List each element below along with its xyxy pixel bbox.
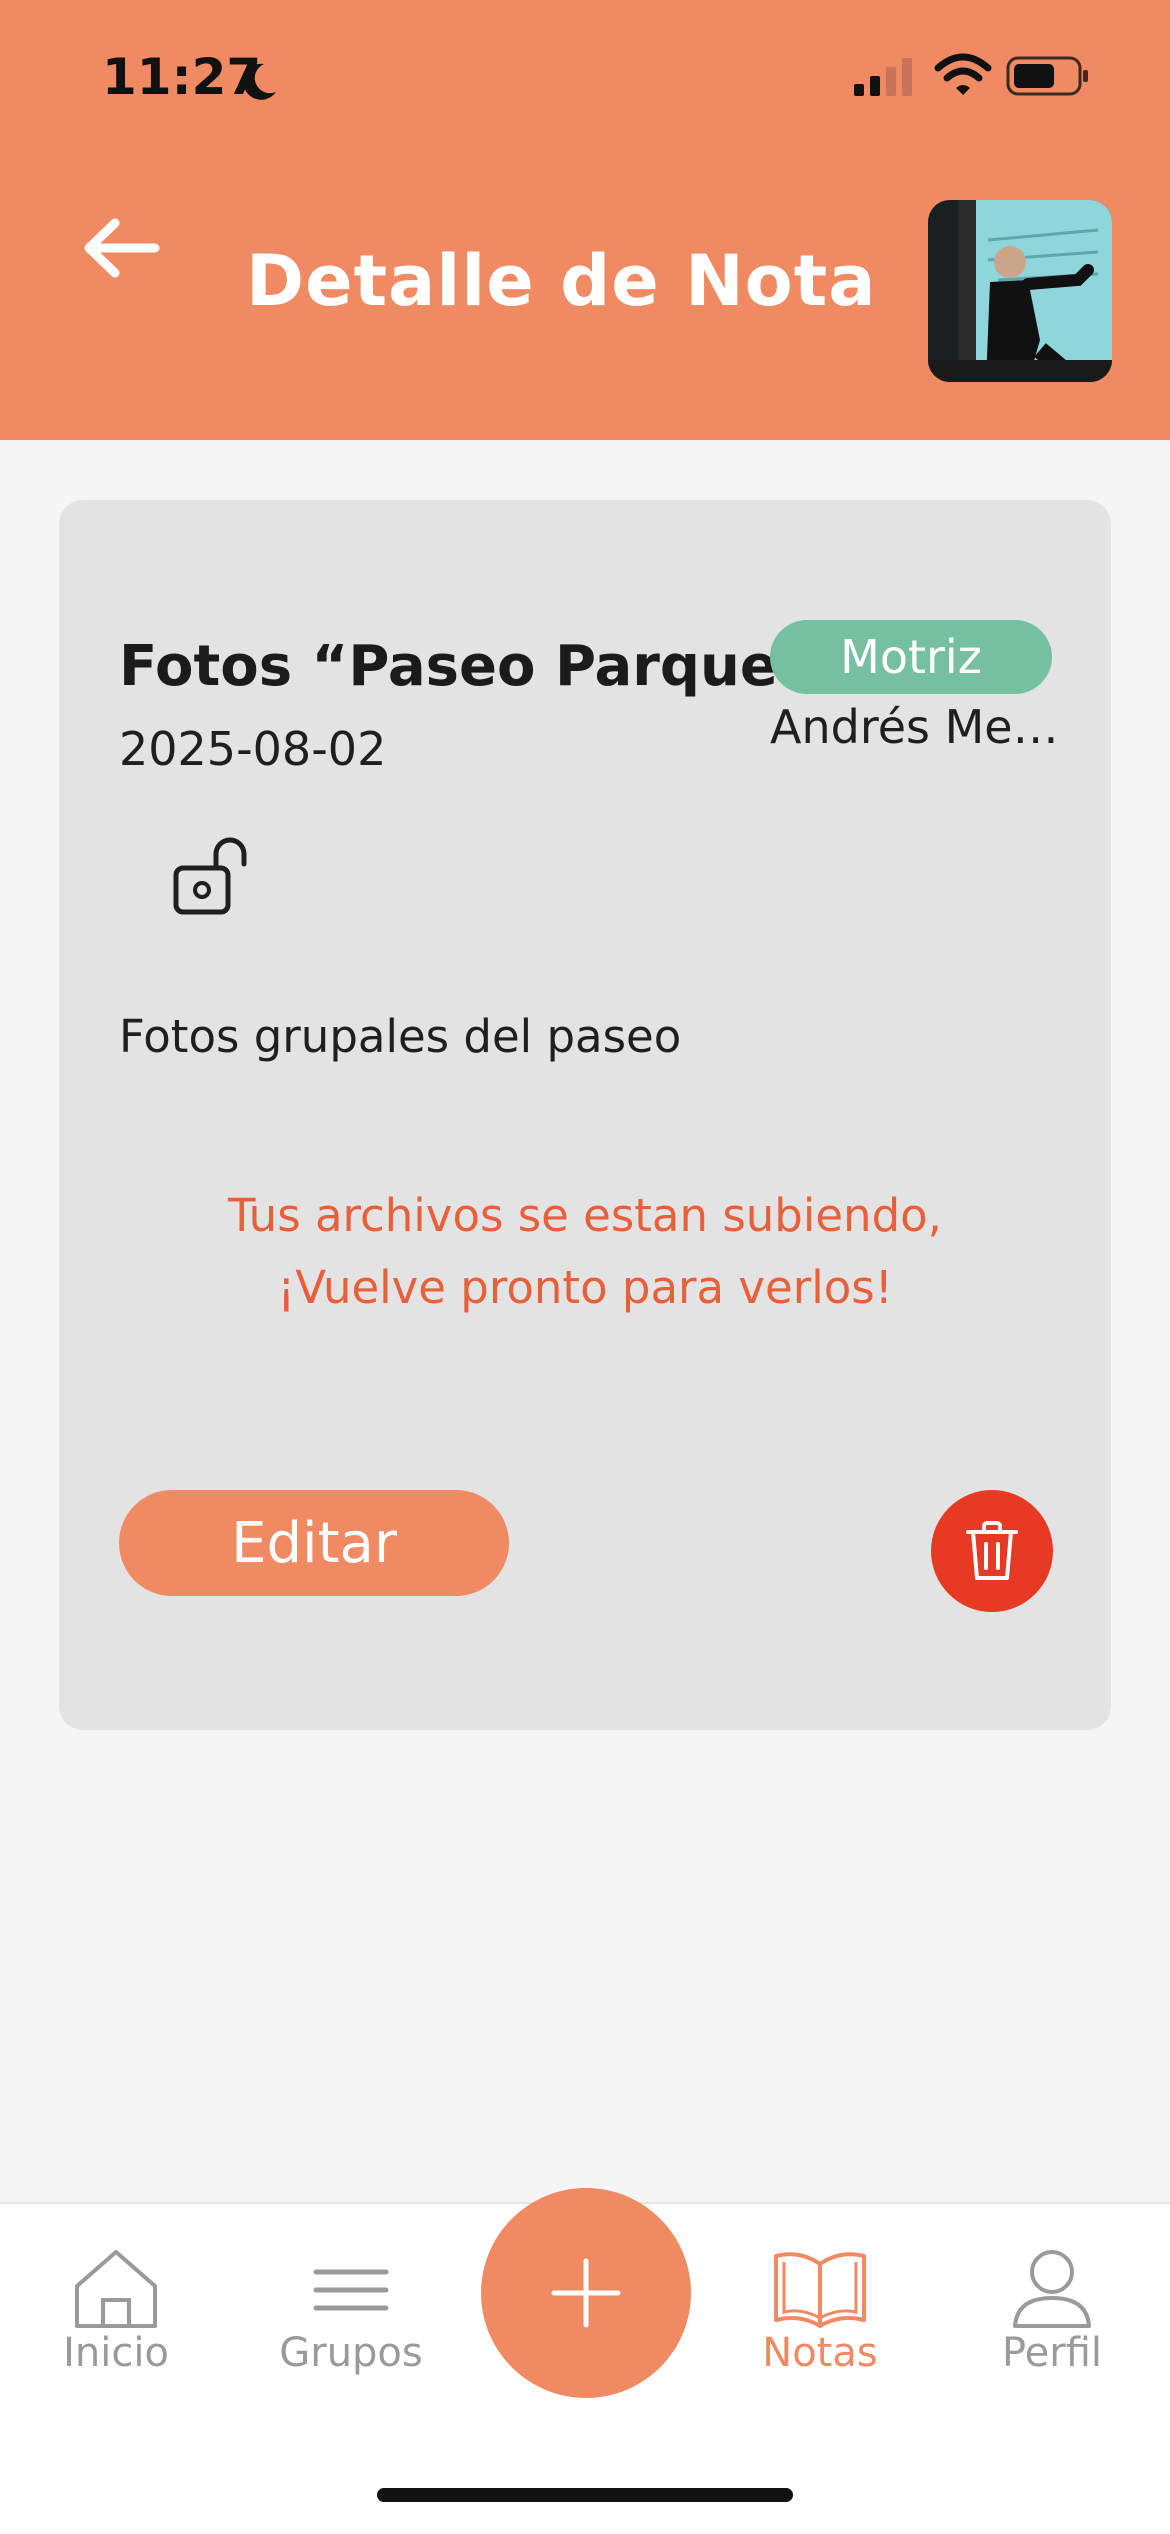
bottom-nav: Inicio Grupos Notas Perfil: [0, 2188, 1170, 2534]
nav-label-inicio: Inicio: [63, 2330, 169, 2376]
home-indicator: [377, 2488, 793, 2502]
note-card: Fotos “Paseo Parque” 2025-08-02 Motriz A…: [59, 500, 1111, 1730]
nav-item-inicio[interactable]: Inicio: [16, 2246, 216, 2376]
upload-status-message: Tus archivos se estan subiendo, ¡Vuelve …: [59, 1180, 1111, 1324]
cellular-signal-icon: [854, 58, 912, 96]
avatar[interactable]: [928, 200, 1112, 382]
header: 11:27 Detalle de Nota: [0, 0, 1170, 440]
plus-icon: [551, 2258, 621, 2328]
add-note-button[interactable]: [481, 2188, 691, 2398]
upload-message-line-1: Tus archivos se estan subiendo,: [228, 1189, 942, 1242]
page-title: Detalle de Nota: [246, 240, 877, 322]
arrow-left-icon: [84, 218, 160, 278]
home-icon: [75, 2250, 157, 2328]
delete-button[interactable]: [931, 1490, 1053, 1612]
unlocked-icon: [173, 837, 247, 915]
author-name: Andrés Me…: [770, 700, 1059, 754]
nav-label-grupos: Grupos: [279, 2330, 423, 2376]
upload-message-line-2: ¡Vuelve pronto para verlos!: [277, 1261, 893, 1314]
nav-label-notas: Notas: [762, 2330, 878, 2376]
book-icon: [774, 2252, 866, 2328]
wifi-icon: [934, 53, 992, 95]
back-button[interactable]: [78, 210, 164, 286]
battery-icon: [1006, 56, 1088, 96]
note-date: 2025-08-02: [119, 722, 387, 776]
note-description: Fotos grupales del paseo: [119, 1010, 682, 1063]
category-badge: Motriz: [770, 620, 1052, 694]
user-icon: [1013, 2250, 1091, 2328]
avatar-photo: [928, 200, 1112, 382]
note-title: Fotos “Paseo Parque”: [119, 634, 815, 699]
nav-item-perfil[interactable]: Perfil: [952, 2246, 1152, 2376]
moon-icon: [243, 63, 276, 100]
edit-button[interactable]: Editar: [119, 1490, 509, 1596]
menu-icon: [313, 2269, 389, 2311]
nav-item-grupos[interactable]: Grupos: [251, 2246, 451, 2376]
trash-icon: [966, 1521, 1018, 1580]
nav-label-perfil: Perfil: [1001, 2330, 1103, 2376]
nav-item-notas[interactable]: Notas: [720, 2246, 920, 2376]
